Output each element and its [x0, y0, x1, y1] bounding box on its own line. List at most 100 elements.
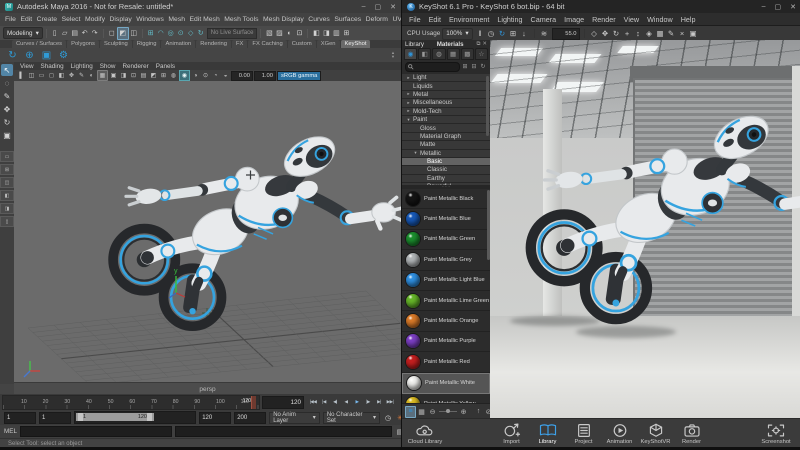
- maya-menu-item[interactable]: Mesh Display: [263, 16, 304, 23]
- render-settings-icon[interactable]: ⊡: [294, 28, 304, 39]
- snap-to-view-plane-icon[interactable]: ◇: [186, 28, 196, 39]
- animation-end-field[interactable]: 200: [234, 411, 267, 424]
- library-tab[interactable]: ◧: [418, 48, 432, 60]
- keyshot-toolbar-icon[interactable]: ▣: [688, 28, 699, 39]
- layout-button[interactable]: ▭: [0, 151, 14, 162]
- panel-toolbar-icon[interactable]: ◉: [179, 70, 190, 81]
- panel-toolbar-icon[interactable]: ▦: [97, 70, 108, 81]
- keyshot-menu-item[interactable]: Camera: [531, 15, 557, 24]
- open-render-view-icon[interactable]: ▧: [264, 28, 274, 39]
- material-item[interactable]: Paint Metallic White: [402, 372, 490, 394]
- open-scene-icon[interactable]: ▱: [60, 28, 70, 39]
- panel-toolbar-icon[interactable]: ◻: [47, 71, 56, 80]
- render-current-frame-icon[interactable]: ▨: [274, 28, 284, 39]
- playback-button[interactable]: |▶: [363, 397, 373, 408]
- shelf-tab[interactable]: Polygons: [67, 40, 99, 48]
- maya-menu-item[interactable]: File: [5, 16, 16, 23]
- select-component-icon[interactable]: ◫: [129, 28, 139, 39]
- library-action-icon[interactable]: ↻: [479, 62, 487, 71]
- playback-button[interactable]: |◀◀: [308, 397, 318, 408]
- tree-item[interactable]: ▸ Light: [402, 74, 490, 83]
- keyshot-toolbar-icon[interactable]: ⊞: [508, 28, 519, 39]
- panel-menu-item[interactable]: Shading: [41, 63, 64, 70]
- maya-menu-item[interactable]: Edit Mesh: [190, 16, 220, 23]
- ipr-render-icon[interactable]: ◐: [284, 28, 294, 39]
- shelf-tab[interactable]: Curves / Surfaces: [12, 40, 67, 48]
- tool-icon[interactable]: ↖: [1, 64, 13, 76]
- material-item[interactable]: Paint Metallic Orange: [402, 311, 490, 332]
- maya-menu-item[interactable]: Edit: [20, 16, 32, 23]
- maya-menu-item[interactable]: Surfaces: [334, 16, 361, 23]
- shelf-tab[interactable]: Rendering: [196, 40, 231, 48]
- shelf-tab[interactable]: Custom: [287, 40, 316, 48]
- panel-toolbar-icon[interactable]: ✎: [77, 71, 86, 80]
- panel-toolbar-icon[interactable]: ▌: [17, 71, 26, 80]
- playback-end-field[interactable]: 120: [199, 411, 232, 424]
- material-item[interactable]: Paint Metallic Lime Green: [402, 291, 490, 312]
- cloud-library-button[interactable]: Cloud Library: [408, 423, 442, 445]
- layout-button[interactable]: ◫: [0, 177, 14, 188]
- playback-button[interactable]: ◀|: [330, 397, 340, 408]
- dock-project-button[interactable]: Project: [567, 423, 601, 445]
- dock-animation-button[interactable]: Animation: [603, 423, 637, 445]
- panel-menu-item[interactable]: Renderer: [122, 63, 148, 70]
- tree-item[interactable]: Material Graph: [402, 132, 490, 142]
- material-item[interactable]: Paint Metallic Red: [402, 352, 490, 373]
- tree-item[interactable]: ▾ Paint: [402, 115, 490, 125]
- anim-layer-dropdown[interactable]: No Anim Layer ▾: [269, 411, 320, 424]
- tool-icon[interactable]: ✎: [1, 90, 13, 102]
- keyshot-render-icon[interactable]: ↻: [6, 50, 19, 61]
- maya-menu-item[interactable]: Select: [62, 16, 81, 23]
- panel-menu-item[interactable]: View: [20, 63, 34, 70]
- maya-menu-item[interactable]: Create: [37, 16, 57, 23]
- maya-menu-item[interactable]: Display: [110, 16, 132, 23]
- layout-button[interactable]: ◨: [0, 203, 14, 214]
- attribute-editor-toggle-icon[interactable]: ◧: [311, 28, 321, 39]
- keyshot-menu-item[interactable]: Render: [592, 15, 616, 24]
- panel-toolbar-icon[interactable]: ✥: [67, 71, 76, 80]
- shelf-scroll-arrows[interactable]: ▲ ▼: [391, 51, 395, 59]
- shelf-tab[interactable]: FX Caching: [248, 40, 287, 48]
- thumbnail-size-slider[interactable]: [439, 409, 457, 413]
- animation-start-field[interactable]: 1: [4, 411, 36, 424]
- keyshot-minimize-button[interactable]: –: [762, 3, 766, 11]
- material-item[interactable]: Paint Metallic Yellow: [402, 394, 490, 403]
- detach-panel-icon[interactable]: ⧉: [476, 41, 480, 48]
- environment-icon[interactable]: ≋: [539, 28, 550, 39]
- zoom-out-icon[interactable]: ⊖: [428, 407, 437, 417]
- tool-icon[interactable]: ▣: [1, 129, 13, 141]
- keyshot-settings-icon[interactable]: ⚙: [57, 50, 70, 61]
- keyshot-toolbar-icon[interactable]: ✥: [600, 28, 611, 39]
- material-item[interactable]: Paint Metallic Purple: [402, 332, 490, 353]
- shelf-tab[interactable]: Rigging: [132, 40, 161, 48]
- library-action-icon[interactable]: ⊞: [461, 62, 469, 71]
- dock-render-button[interactable]: Render: [675, 423, 709, 445]
- material-item[interactable]: Paint Metallic Green: [402, 230, 490, 251]
- panel-toolbar-icon[interactable]: ▤: [139, 71, 148, 80]
- keyshot-menu-item[interactable]: File: [409, 15, 421, 24]
- keyshot-toolbar-icon[interactable]: ↻: [497, 28, 508, 39]
- playhead[interactable]: [251, 395, 256, 409]
- dock-import-button[interactable]: Import: [495, 422, 529, 445]
- keyshot-menu-item[interactable]: View: [624, 15, 639, 24]
- maya-menu-item[interactable]: Deform: [366, 16, 388, 23]
- library-action-icon[interactable]: ⊟: [470, 62, 478, 71]
- keyshot-menu-item[interactable]: Help: [681, 15, 696, 24]
- gamma-mode-dropdown[interactable]: sRGB gamma: [277, 70, 322, 81]
- keyshot-export-icon[interactable]: ⊕: [23, 50, 36, 61]
- keyshot-menu-item[interactable]: Lighting: [497, 15, 522, 24]
- redo-icon[interactable]: ↷: [90, 28, 100, 39]
- maya-menu-item[interactable]: UV: [392, 16, 401, 23]
- command-input[interactable]: [19, 426, 172, 437]
- playback-button[interactable]: ◀: [341, 397, 351, 408]
- maya-menu-item[interactable]: Mesh Tools: [224, 16, 258, 23]
- keyshot-toolbar-icon[interactable]: ‖: [475, 28, 486, 39]
- panel-toolbar-icon[interactable]: ◫: [27, 71, 36, 80]
- maya-maximize-button[interactable]: ▢: [375, 3, 382, 11]
- panel-toolbar-icon[interactable]: ◨: [119, 71, 128, 80]
- panel-toolbar-icon[interactable]: ◒: [221, 71, 230, 80]
- panel-toolbar-icon[interactable]: ◑: [191, 71, 200, 80]
- shelf-tab[interactable]: FX: [232, 40, 248, 48]
- library-tab[interactable]: ◍: [432, 48, 446, 60]
- maya-close-button[interactable]: ✕: [390, 3, 396, 11]
